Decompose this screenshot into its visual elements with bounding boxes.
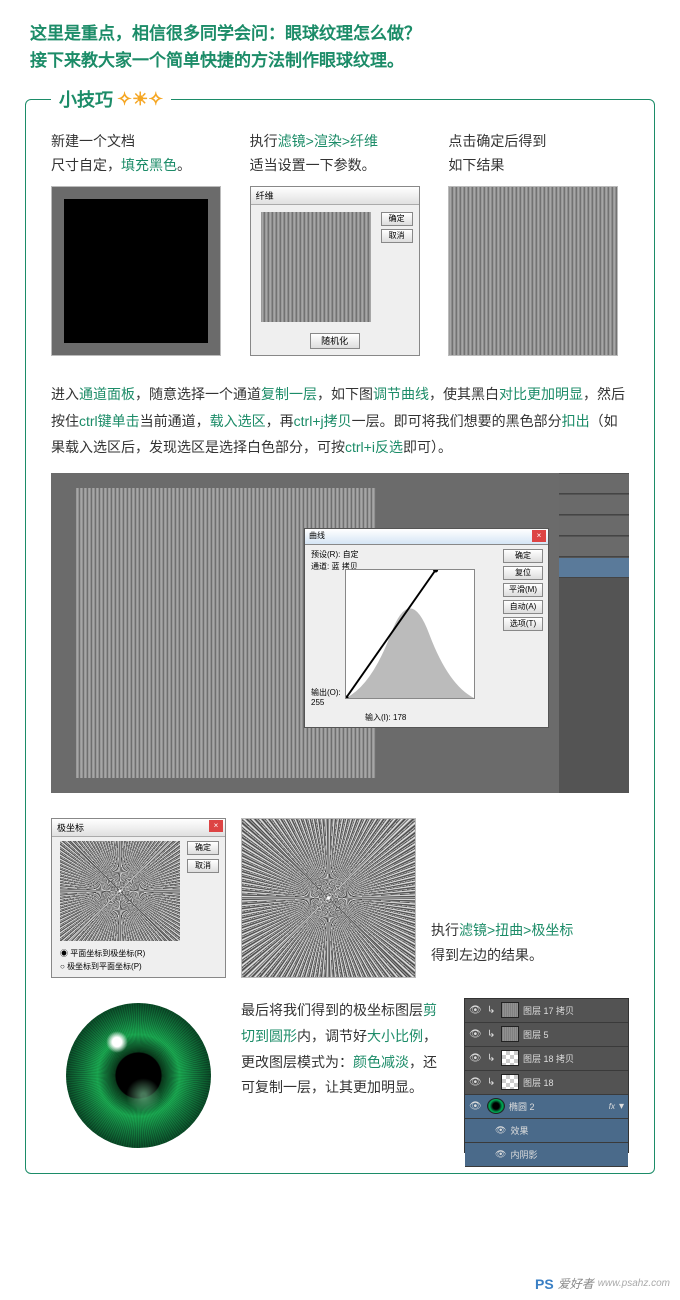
visibility-icon: 👁 (495, 1125, 506, 1136)
step-2: 执行滤镜>渲染>纤维 适当设置一下参数。 纤维 确定 取消 随机化 (250, 130, 431, 356)
layer-effects[interactable]: 👁 效果 (465, 1119, 628, 1143)
tip-section: 小技巧 ✧☀✧ 新建一个文档 尺寸自定，填充黑色。 执行滤镜>渲染>纤维 适当设… (25, 99, 655, 1173)
polar-cancel-button[interactable]: 取消 (187, 859, 219, 873)
eye-result-image (51, 998, 226, 1153)
layer-row[interactable]: 👁↳图层 18 拷贝 (465, 1047, 628, 1071)
watermark-url: www.psahz.com (598, 1278, 670, 1289)
step-1: 新建一个文档 尺寸自定，填充黑色。 (51, 130, 232, 356)
visibility-icon: 👁 (469, 1029, 483, 1040)
visibility-icon: 👁 (469, 1101, 483, 1112)
polar-result-image (241, 818, 416, 978)
curves-auto-button[interactable]: 自动(A) (503, 600, 543, 614)
ok-button[interactable]: 确定 (381, 212, 413, 226)
layer-inner-shadow[interactable]: 👁 内阴影 (465, 1143, 628, 1167)
step-3: 点击确定后得到 如下结果 (448, 130, 629, 356)
close-icon[interactable]: × (532, 530, 546, 542)
polar-instructions: 执行滤镜>扭曲>极坐标 得到左边的结果。 (431, 818, 629, 968)
curves-buttons: 确定 复位 平滑(M) 自动(A) 选项(T) (503, 549, 543, 631)
curves-cancel-button[interactable]: 复位 (503, 566, 543, 580)
layer-row[interactable]: 👁↳图层 5 (465, 1023, 628, 1047)
tutorial-header: 这里是重点，相信很多同学会问：眼球纹理怎么做？ 接下来教大家一个简单快捷的方法制… (0, 0, 680, 84)
channel-row[interactable] (559, 474, 629, 494)
polar-row: 极坐标 × 确定 取消 ◉ 平面坐标到极坐标(R) ○ 极坐标到平面坐标(P) … (51, 818, 629, 978)
fiber-result-image (448, 186, 618, 356)
visibility-icon: 👁 (469, 1077, 483, 1088)
visibility-icon: 👁 (469, 1005, 483, 1016)
polar-dialog: 极坐标 × 确定 取消 ◉ 平面坐标到极坐标(R) ○ 极坐标到平面坐标(P) (51, 818, 226, 978)
channel-row[interactable] (559, 516, 629, 536)
watermark: PS 爱好者 www.psahz.com (535, 1275, 670, 1292)
fiber-dialog: 纤维 确定 取消 随机化 (250, 186, 420, 356)
input-label: 输入(I): 178 (365, 712, 406, 723)
final-row: 最后将我们得到的极坐标图层剪切到圆形内，调节好大小比例，更改图层模式为：颜色减淡… (51, 998, 629, 1153)
fiber-dialog-title: 纤维 (251, 187, 419, 205)
visibility-icon: 👁 (495, 1149, 506, 1160)
output-label: 输出(O):255 (311, 687, 341, 707)
lightbulb-icon: ✧☀✧ (117, 89, 163, 110)
channels-panel (559, 473, 629, 793)
steps-row-1: 新建一个文档 尺寸自定，填充黑色。 执行滤镜>渲染>纤维 适当设置一下参数。 纤… (51, 130, 629, 356)
randomize-button[interactable]: 随机化 (310, 333, 360, 349)
watermark-text: 爱好者 (558, 1275, 594, 1292)
polar-option-2[interactable]: ○ 极坐标到平面坐标(P) (60, 961, 142, 972)
eye-reflection (126, 1078, 161, 1113)
chevron-down-icon: ▾ (619, 1101, 624, 1112)
polar-preview (60, 841, 180, 941)
curves-screenshot: 曲线 × 预设(R): 自定 通道: 蓝 拷贝 确定 复位 平滑(M) 自动(A… (51, 473, 629, 793)
channel-row[interactable] (559, 537, 629, 557)
curves-options-button[interactable]: 选项(T) (503, 617, 543, 631)
fiber-preview (261, 212, 371, 322)
black-fill (64, 199, 208, 343)
step2-text: 执行滤镜>渲染>纤维 适当设置一下参数。 (250, 130, 431, 178)
curves-title: 曲线 × (305, 529, 548, 545)
cancel-button[interactable]: 取消 (381, 229, 413, 243)
step1-text: 新建一个文档 尺寸自定，填充黑色。 (51, 130, 232, 178)
curves-graph[interactable] (345, 569, 475, 699)
preset-label: 预设(R): 自定 (311, 549, 359, 560)
curves-smooth-button[interactable]: 平滑(M) (503, 583, 543, 597)
layer-row[interactable]: 👁↳图层 17 拷贝 (465, 999, 628, 1023)
header-line-2: 接下来教大家一个简单快捷的方法制作眼球纹理。 (30, 47, 650, 74)
watermark-logo: PS (535, 1276, 554, 1292)
curves-ok-button[interactable]: 确定 (503, 549, 543, 563)
layer-row[interactable]: 👁↳图层 18 (465, 1071, 628, 1095)
eye-highlight (106, 1031, 128, 1053)
channel-instructions: 进入通道面板，随意选择一个通道复制一层，如下图调节曲线，使其黑白对比更加明显，然… (51, 381, 629, 461)
layers-panel: 👁↳图层 17 拷贝 👁↳图层 5 👁↳图层 18 拷贝 👁↳图层 18 👁椭圆… (464, 998, 629, 1153)
step3-text: 点击确定后得到 如下结果 (448, 130, 629, 178)
black-document-image (51, 186, 221, 356)
polar-option-1[interactable]: ◉ 平面坐标到极坐标(R) (60, 948, 145, 959)
channel-row[interactable] (559, 495, 629, 515)
visibility-icon: 👁 (469, 1053, 483, 1064)
tip-title-text: 小技巧 (59, 86, 113, 112)
iris (66, 1003, 211, 1148)
header-line-1: 这里是重点，相信很多同学会问：眼球纹理怎么做？ (30, 20, 650, 47)
polar-ok-button[interactable]: 确定 (187, 841, 219, 855)
channel-row-selected[interactable] (559, 558, 629, 578)
close-icon[interactable]: × (209, 820, 223, 832)
curves-dialog: 曲线 × 预设(R): 自定 通道: 蓝 拷贝 确定 复位 平滑(M) 自动(A… (304, 528, 549, 728)
tip-title: 小技巧 ✧☀✧ (51, 86, 171, 112)
layer-row-selected[interactable]: 👁椭圆 2fx▾ (465, 1095, 628, 1119)
final-instructions: 最后将我们得到的极坐标图层剪切到圆形内，调节好大小比例，更改图层模式为：颜色减淡… (241, 998, 449, 1102)
polar-title: 极坐标 × (52, 819, 225, 837)
